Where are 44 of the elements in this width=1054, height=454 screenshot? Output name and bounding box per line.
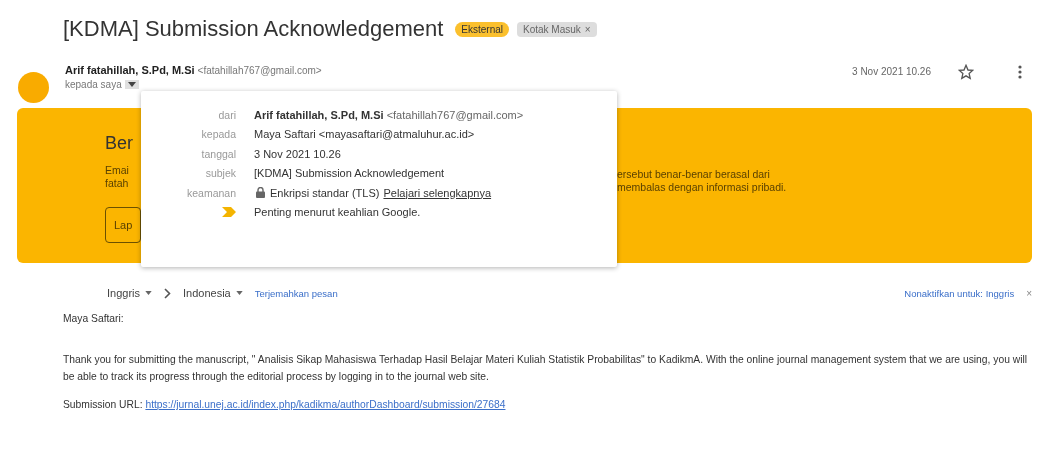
target-language-dropdown[interactable]: Indonesia: [183, 287, 243, 299]
warning-text: fatah: [105, 177, 129, 190]
detail-label: dari: [218, 108, 236, 121]
detail-value: Maya Saftari <mayasaftari@atmaluhur.ac.id>: [254, 128, 475, 141]
details-toggle-button[interactable]: [124, 80, 139, 89]
source-language-dropdown[interactable]: Inggris: [107, 287, 153, 299]
lock-icon: [256, 187, 265, 199]
caret-icon: [127, 82, 136, 87]
detail-label: tanggal: [201, 147, 236, 160]
submission-url-link[interactable]: https://jurnal.unej.ac.id/index.php/kadikma/authorDashboard/submission/27684: [145, 399, 506, 410]
detail-value: Penting menurut keahlian Google.: [254, 206, 421, 219]
avatar: [18, 72, 49, 103]
email-subject: [KDMA] Submission Acknowledgement: [63, 16, 444, 42]
learn-more-link[interactable]: Pelajari selengkapnya: [383, 186, 492, 199]
warning-text: ersebut benar-benar berasal dari: [617, 168, 771, 181]
star-icon[interactable]: [958, 64, 974, 80]
close-button[interactable]: ×: [1026, 287, 1032, 299]
sender-email: <fatahillah767@gmail.com>: [197, 65, 322, 76]
detail-value: Arif fatahillah, S.Pd, M.Si <fatahillah767@gmail.com>: [254, 108, 524, 121]
translate-message-link[interactable]: Terjemahkan pesan: [254, 287, 338, 299]
url-label: Submission URL:: [63, 399, 143, 410]
importance-marker-icon: [222, 207, 236, 218]
chevron-right-icon: [164, 287, 172, 299]
disable-translation-link[interactable]: Nonaktifkan untuk: Inggris: [904, 287, 1015, 299]
recipient-text: kepada saya: [65, 79, 122, 90]
folder-tag: Kotak Masuk ×: [517, 21, 597, 37]
caret-icon: [145, 291, 153, 295]
sender-name: Arif fatahillah, S.Pd, M.Si: [65, 64, 195, 76]
detail-value: 3 Nov 2021 10.26: [254, 147, 341, 160]
warning-text: Emai: [105, 164, 129, 177]
warning-title: Ber: [105, 133, 133, 154]
greeting-text: Maya Saftari:: [63, 313, 125, 324]
detail-value: [KDMA] Submission Acknowledgement: [254, 167, 445, 180]
message-paragraph: Thank you for submitting the manuscript, " Analisis Sikap Mahasiswa Terhadap Hasil Belajar Materi Kuliah Statistik Probabilitas" to KadikmA. With the online journal management system that we are using, you will be able to track its progress through the editorial process by logging in to the journal web site.: [63, 353, 1029, 384]
warning-text: membalas dengan informasi pribadi.: [617, 181, 787, 194]
detail-value: Enkripsi standar (TLS): [270, 186, 380, 199]
remove-label-button[interactable]: ×: [584, 23, 591, 35]
caret-icon: [235, 291, 243, 295]
email-date: 3 Nov 2021 10.26: [852, 66, 931, 77]
detail-label: kepada: [201, 128, 236, 141]
detail-label: keamanan: [186, 186, 236, 199]
external-tag: Eksternal: [455, 21, 509, 37]
detail-label: subjek: [205, 167, 236, 180]
more-options-icon[interactable]: [1018, 65, 1022, 79]
